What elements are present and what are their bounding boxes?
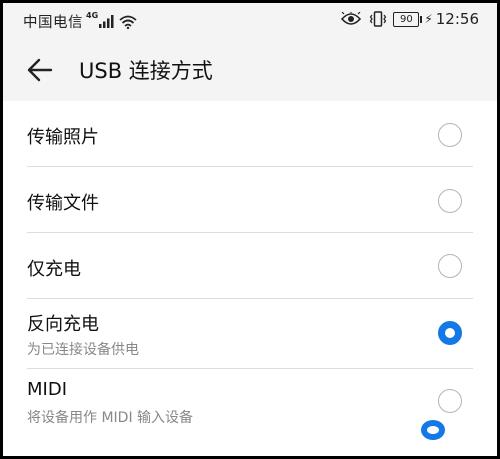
option-sublabel: 将设备用作 MIDI 输入设备 [27, 410, 194, 426]
option-reverse-charge[interactable]: 反向充电 为已连接设备供电 [3, 299, 497, 369]
status-right: 90 ⚡ 12:56 [341, 10, 479, 28]
option-label: 传输文件 [27, 193, 99, 214]
eye-icon [341, 12, 362, 25]
network-type: 4G [86, 11, 99, 20]
usb-mode-list: 传输照片 传输文件 仅充电 反向充电 为已连接设备供电 MIDI 将设备用作 M… [3, 101, 497, 456]
status-time: 12:56 [435, 10, 479, 28]
status-left: 中国电信 4G [23, 11, 137, 32]
option-transfer-photos[interactable]: 传输照片 [3, 101, 497, 167]
battery-icon: 90 [393, 11, 423, 27]
option-radio-selected[interactable] [438, 321, 462, 345]
option-radio[interactable] [438, 123, 462, 147]
signal-icon [99, 15, 114, 28]
option-sublabel: 为已连接设备供电 [27, 342, 139, 358]
status-bar: 中国电信 4G 90 ⚡ 12:56 [3, 3, 497, 37]
option-charge-only[interactable]: 仅充电 [3, 233, 497, 299]
option-transfer-files[interactable]: 传输文件 [3, 167, 497, 233]
page-title: USB 连接方式 [79, 59, 213, 83]
option-radio[interactable] [438, 389, 462, 413]
option-label: 传输照片 [27, 127, 99, 148]
option-radio[interactable] [438, 254, 462, 278]
screen-frame: 中国电信 4G 90 ⚡ 12:56 USB 连接方式 传输照片 传输文件 仅充… [3, 3, 497, 456]
back-arrow-icon[interactable] [25, 55, 55, 85]
touch-indicator [421, 420, 445, 440]
option-label: 反向充电 [27, 314, 99, 335]
option-label: MIDI [27, 379, 68, 400]
wifi-icon [119, 15, 137, 29]
carrier-name: 中国电信 [23, 15, 83, 31]
vibrate-icon [370, 11, 387, 27]
option-label: 仅充电 [27, 259, 81, 280]
option-radio[interactable] [438, 189, 462, 213]
charging-icon: ⚡ [424, 12, 433, 26]
app-bar: USB 连接方式 [3, 37, 497, 101]
